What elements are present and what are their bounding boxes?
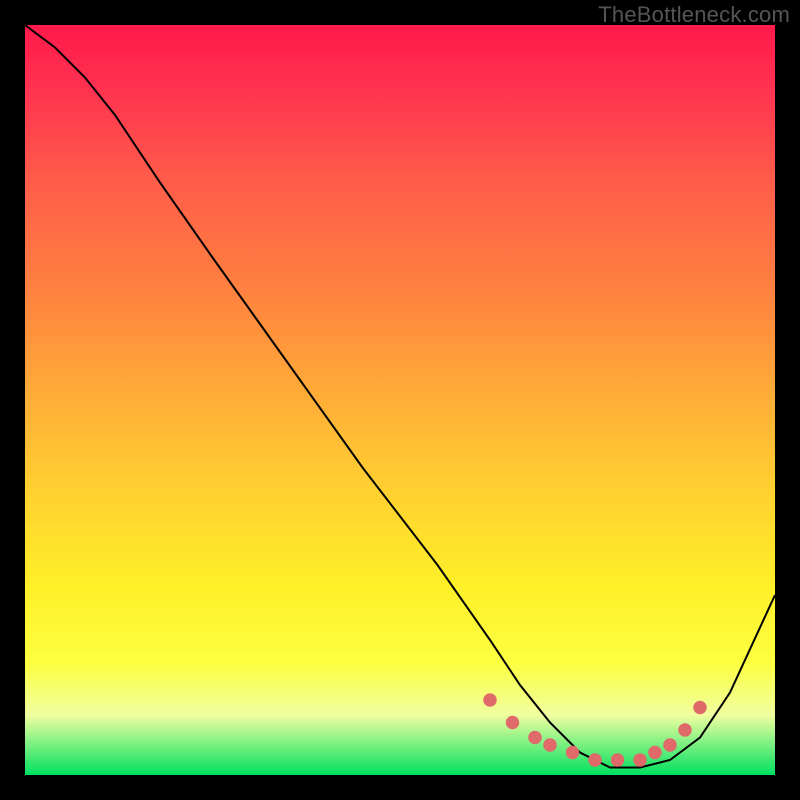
bottleneck-curve-line	[25, 25, 775, 768]
highlight-marker	[693, 701, 707, 715]
highlight-marker	[528, 731, 542, 745]
highlight-marker	[506, 716, 520, 730]
plot-area	[25, 25, 775, 775]
highlight-marker	[633, 753, 647, 767]
bottleneck-curve-svg	[25, 25, 775, 775]
highlight-marker	[611, 753, 625, 767]
highlight-marker	[566, 746, 580, 760]
highlight-marker	[678, 723, 692, 737]
chart-container: TheBottleneck.com	[0, 0, 800, 800]
highlight-marker	[543, 738, 557, 752]
highlight-marker	[663, 738, 677, 752]
highlight-marker	[483, 693, 496, 707]
highlight-marker	[648, 746, 662, 760]
highlight-marker	[588, 753, 602, 767]
highlight-markers	[483, 693, 707, 767]
